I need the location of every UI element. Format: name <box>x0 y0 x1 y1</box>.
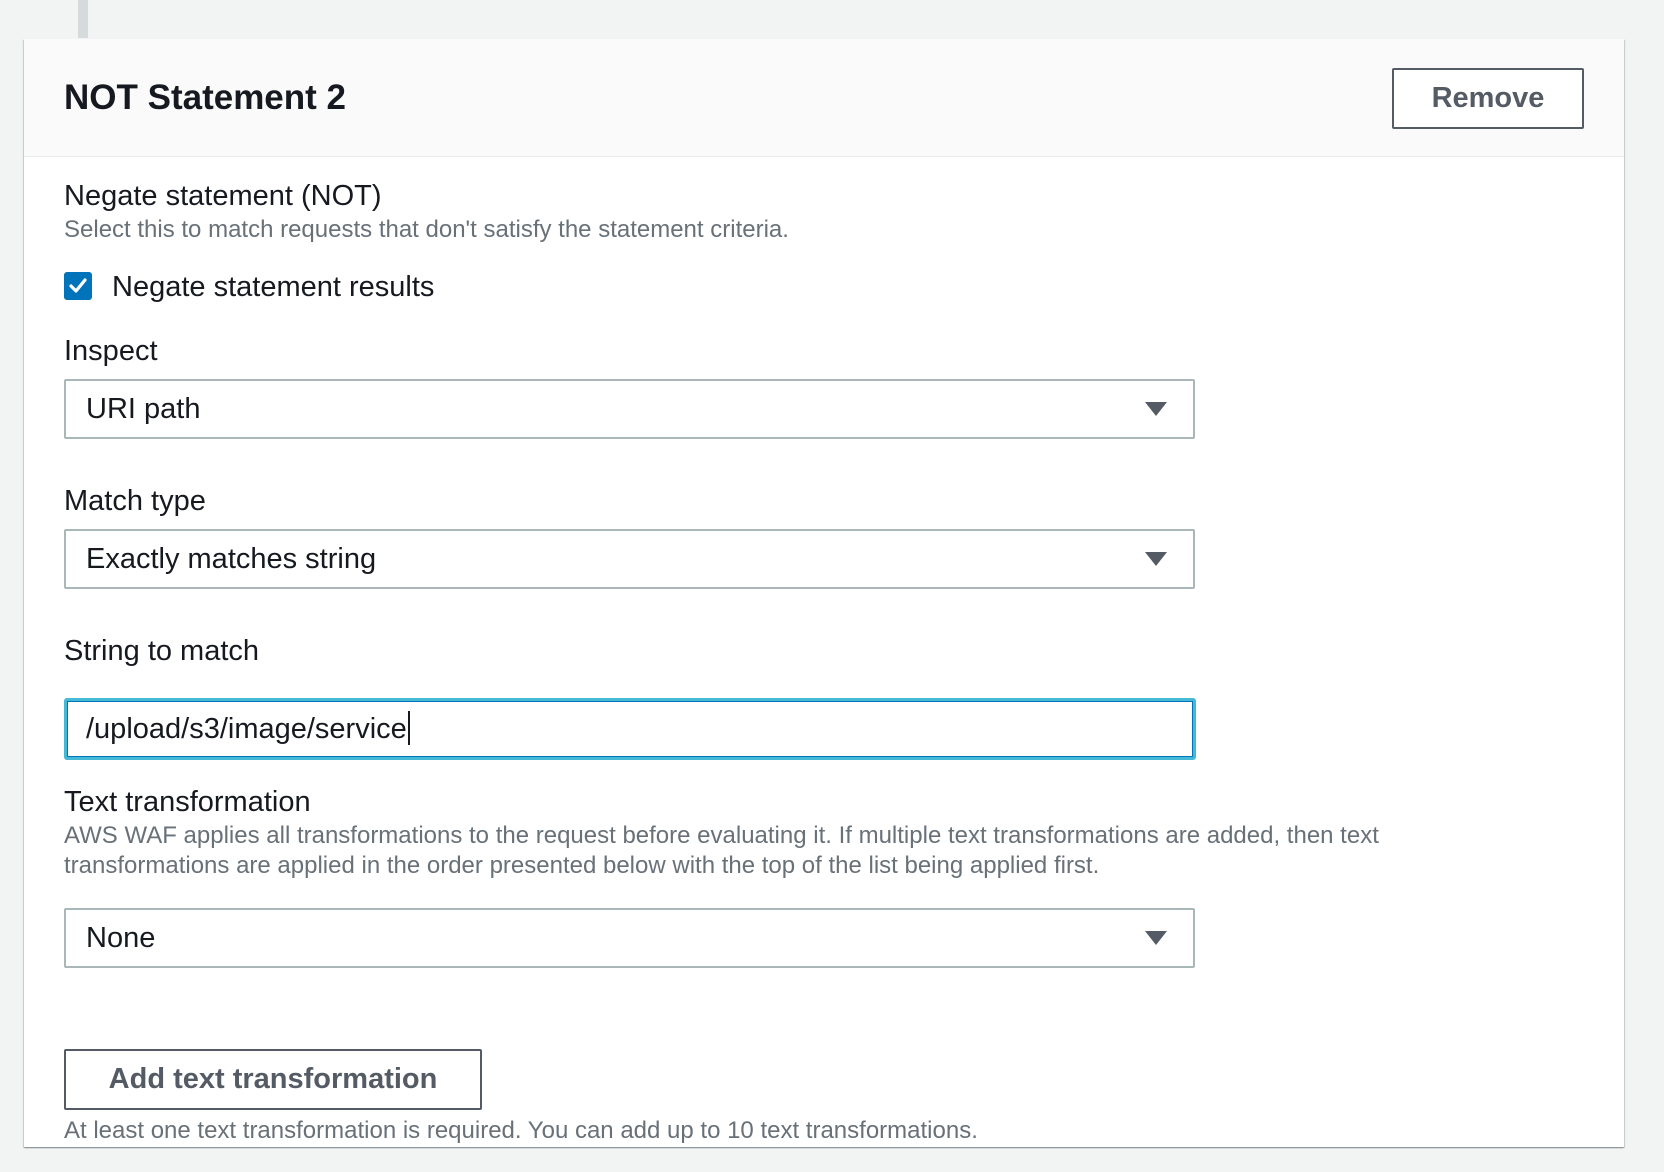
add-text-transformation-button[interactable]: Add text transformation <box>64 1049 482 1110</box>
match-type-select[interactable]: Exactly matches string <box>64 529 1195 589</box>
text-transformation-label: Text transformation <box>64 786 311 818</box>
panel-header: NOT Statement 2 Remove <box>24 39 1624 157</box>
string-to-match-label: String to match <box>64 635 260 667</box>
negate-statement-description: Select this to match requests that don't… <box>64 216 789 243</box>
string-to-match-input[interactable]: /upload/s3/image/service <box>64 698 1196 760</box>
text-transformation-footnote: At least one text transformation is requ… <box>64 1117 978 1144</box>
text-transformation-selected-value: None <box>86 922 156 954</box>
inspect-select[interactable]: URI path <box>64 379 1195 439</box>
inspect-selected-value: URI path <box>86 393 201 425</box>
text-cursor <box>407 711 410 745</box>
not-statement-panel: NOT Statement 2 Remove Negate statement … <box>24 39 1624 1147</box>
caret-down-icon <box>1145 552 1167 566</box>
string-to-match-value: /upload/s3/image/service <box>86 711 410 747</box>
negate-statement-checkbox[interactable] <box>64 272 92 300</box>
negate-statement-label: Negate statement (NOT) <box>64 180 382 212</box>
remove-button[interactable]: Remove <box>1392 68 1584 129</box>
caret-down-icon <box>1145 931 1167 945</box>
panel-title: NOT Statement 2 <box>64 78 346 117</box>
negate-statement-checkbox-label[interactable]: Negate statement results <box>112 269 434 305</box>
text-transformation-description: AWS WAF applies all transformations to t… <box>64 822 1379 879</box>
match-type-selected-value: Exactly matches string <box>86 543 377 575</box>
caret-down-icon <box>1145 402 1167 416</box>
text-transformation-select[interactable]: None <box>64 908 1195 968</box>
string-to-match-text: /upload/s3/image/service <box>86 713 407 745</box>
checkmark-icon <box>69 278 87 293</box>
top-rail-divider <box>78 0 88 38</box>
match-type-label: Match type <box>64 485 206 517</box>
inspect-label: Inspect <box>64 335 158 367</box>
